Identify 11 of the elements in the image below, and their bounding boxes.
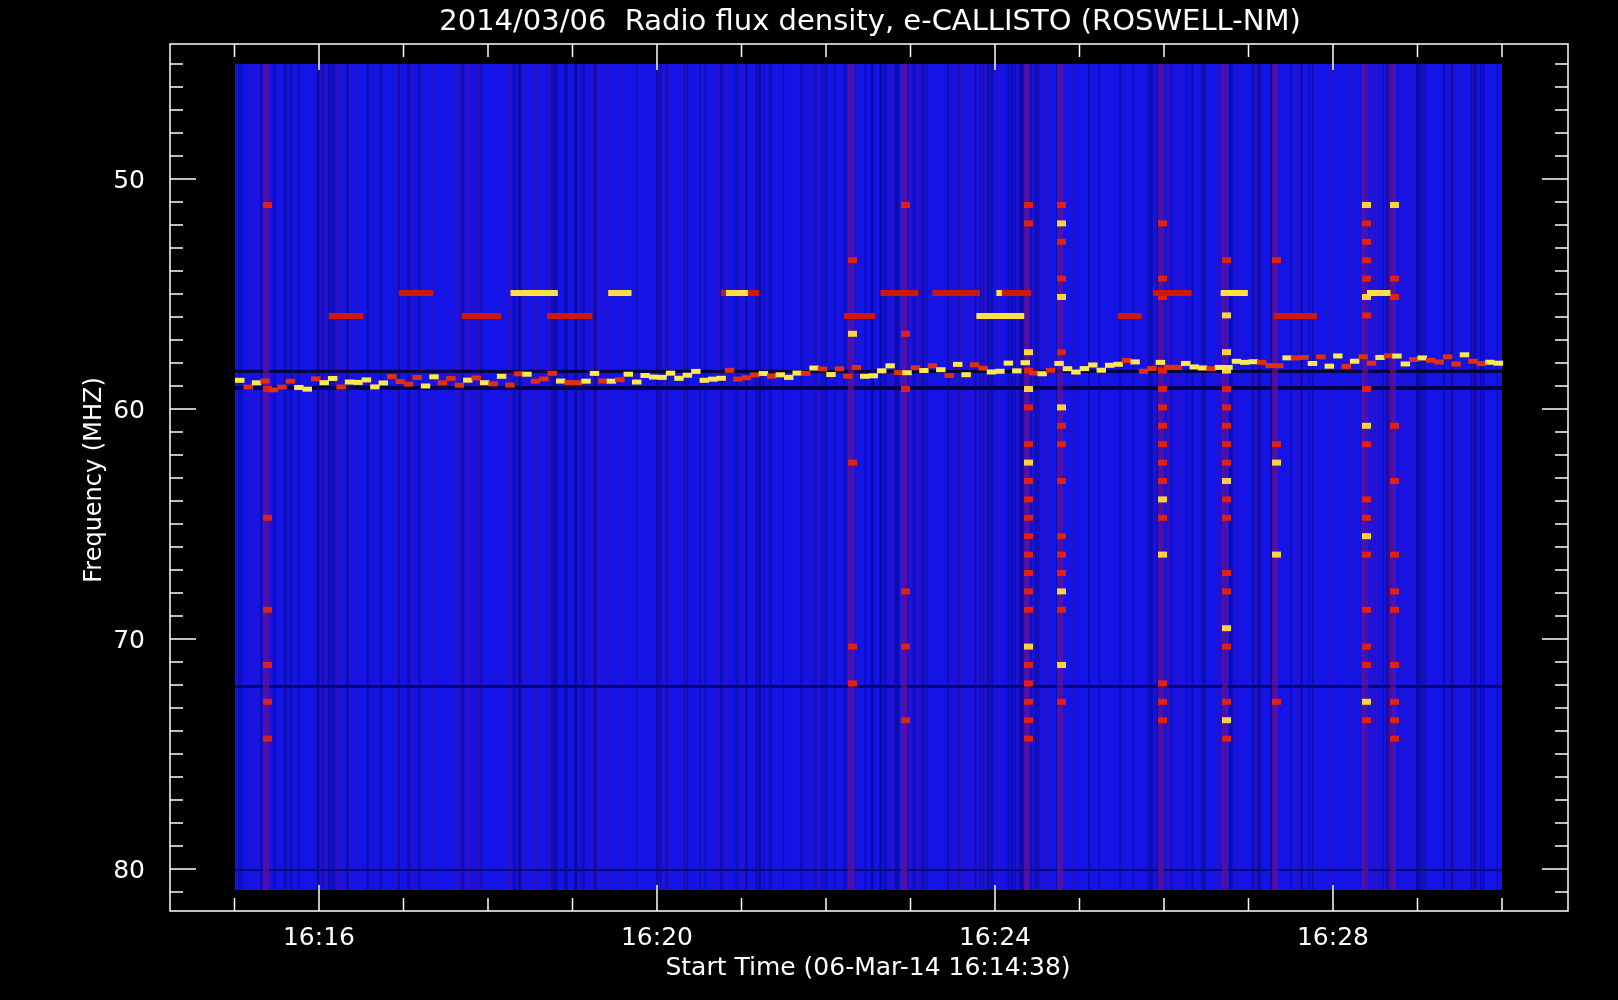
tick-label: 16:20 (621, 922, 693, 951)
chart-title: 2014/03/06 Radio flux density, e-CALLISTO (ROSWELL-NM) (439, 3, 1301, 37)
tick-label: 16:24 (959, 922, 1031, 951)
tick-label: 60 (113, 395, 145, 424)
tick-label: 50 (113, 165, 145, 194)
tick-label: 16:16 (283, 922, 355, 951)
tick-label: 16:28 (1297, 922, 1369, 951)
axis-label: Frequency (MHZ) (79, 377, 107, 583)
axis-label: Start Time (06-Mar-14 16:14:38) (665, 952, 1071, 981)
tick-label: 80 (113, 855, 145, 884)
tick-label: 70 (113, 625, 145, 654)
